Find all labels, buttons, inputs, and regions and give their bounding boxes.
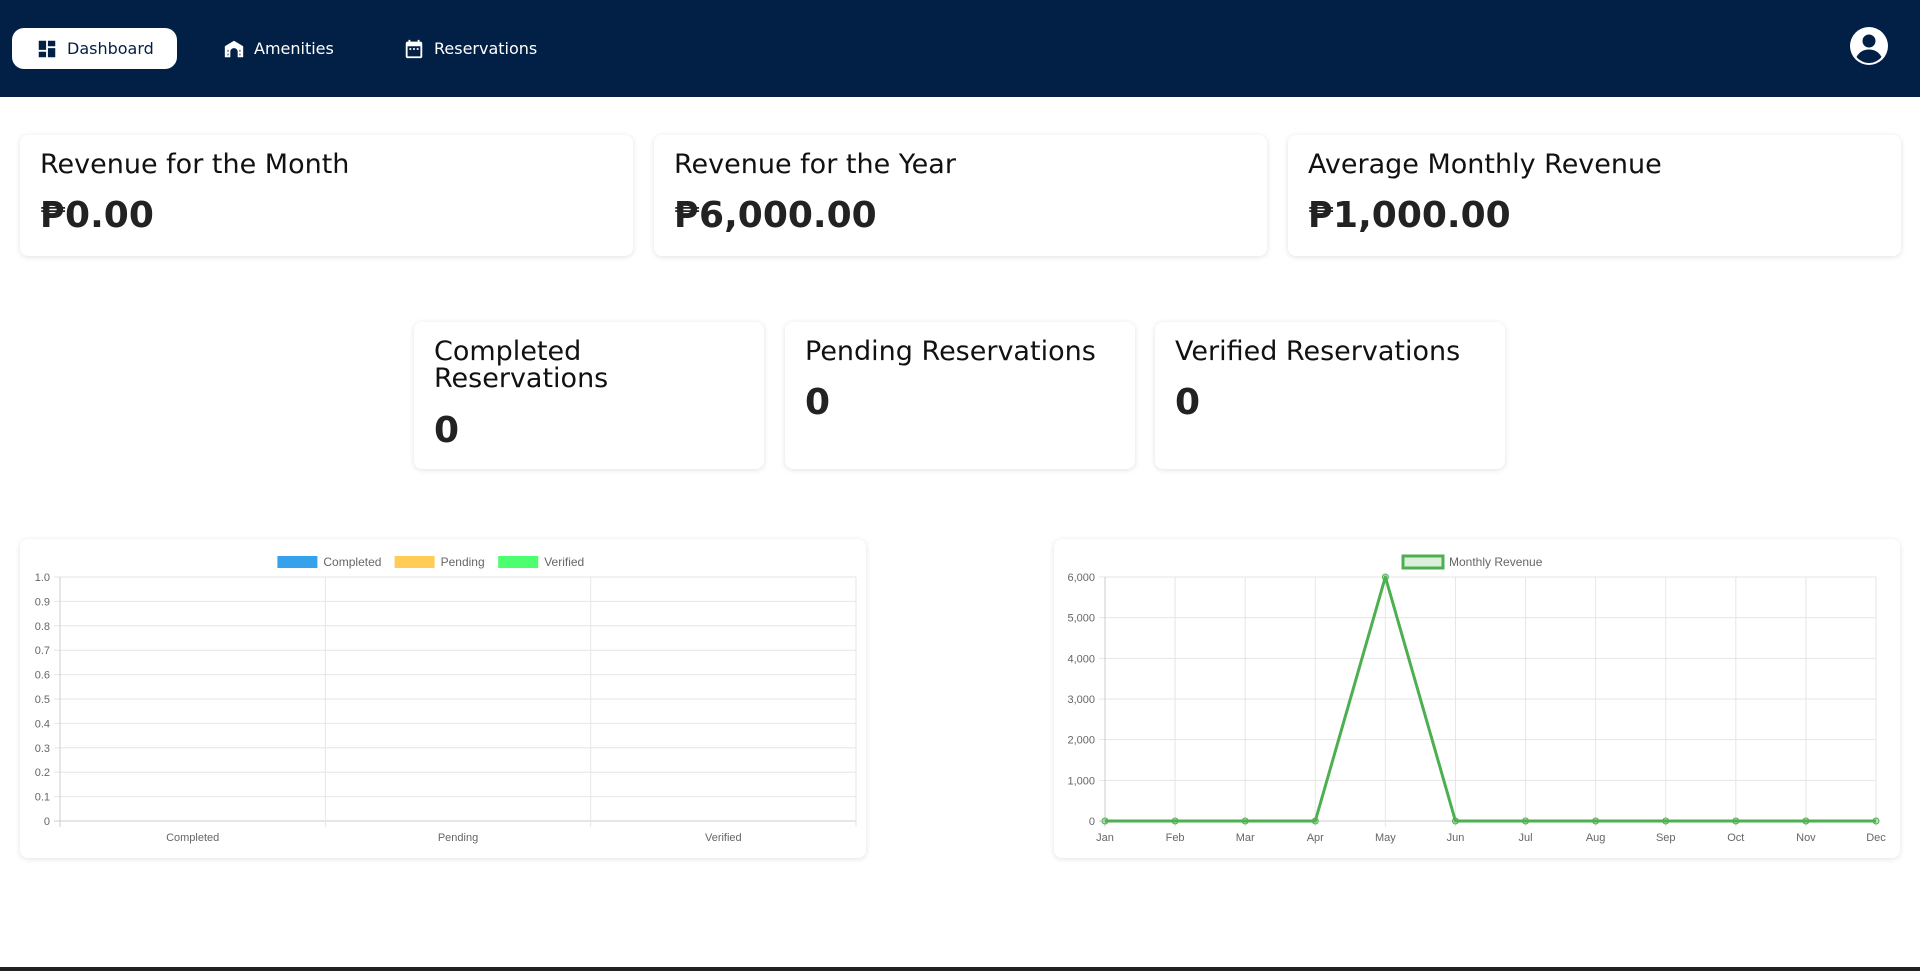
- monthly-revenue-line-chart: 6,000 5,000 4,000 3,000 2,000 1,000 0Jan Feb Mar…: [1067, 554, 1886, 844]
- verified-reservations-card: Verified Reservations 0: [1155, 322, 1505, 469]
- line-chart-legend-swatch: [1401, 554, 1445, 570]
- line-chart-y-tick: 6,000: [1067, 572, 1095, 584]
- completed-reservations-value: 0: [434, 410, 460, 451]
- account-circle-icon[interactable]: [1849, 26, 1889, 66]
- line-chart-x-tick: Feb: [1166, 832, 1185, 844]
- nav-amenities[interactable]: Amenities: [223, 28, 334, 69]
- bar-chart-legend-swatch: [498, 556, 539, 568]
- line-chart-x-tick: Aug: [1586, 832, 1606, 844]
- dashboard-icon: [38, 40, 56, 57]
- line-chart-legend-label: Monthly Revenue: [1449, 555, 1543, 569]
- line-chart-x-tick: Sep: [1656, 832, 1676, 844]
- bar-chart-y-tick: 0.1: [35, 792, 50, 804]
- average-revenue-value: ₱1,000.00: [1308, 195, 1511, 236]
- verified-reservations-title: Verified Reservations: [1175, 336, 1461, 367]
- revenue-month-card: Revenue for the Month ₱0.00: [20, 135, 633, 256]
- average-revenue-title: Average Monthly Revenue: [1308, 149, 1662, 180]
- line-chart-point: [1732, 817, 1740, 825]
- line-chart-x-tick: Jul: [1519, 832, 1533, 844]
- bar-chart-legend-label: Pending: [441, 555, 485, 569]
- bar-chart-y-tick: 0: [44, 816, 50, 828]
- nav-reservations-label: Reservations: [434, 39, 538, 58]
- completed-title-line2: Reservations: [434, 363, 609, 394]
- bar-chart-y-tick: 0.9: [35, 596, 50, 608]
- completed-reservations-title: Completed Reservations: [434, 338, 608, 392]
- line-chart-point: [1311, 817, 1319, 825]
- line-chart-y-tick: 3,000: [1067, 694, 1095, 706]
- line-chart-y-tick: 0: [1089, 816, 1095, 828]
- bar-chart-y-tick: 0.8: [35, 621, 50, 633]
- line-chart-point: [1872, 817, 1880, 825]
- bar-chart-x-tick: Verified: [705, 832, 742, 844]
- bar-chart-legend-label: Verified: [544, 555, 584, 569]
- nav-amenities-label: Amenities: [254, 39, 334, 58]
- line-chart-point: [1451, 817, 1459, 825]
- line-chart-x-tick: Jan: [1096, 832, 1114, 844]
- line-chart-point: [1522, 817, 1530, 825]
- nav-dashboard-label: Dashboard: [67, 39, 154, 58]
- bar-chart-y-tick: 0.2: [35, 767, 50, 779]
- line-chart-x-tick: Apr: [1307, 832, 1324, 844]
- average-revenue-card: Average Monthly Revenue ₱1,000.00: [1288, 135, 1901, 256]
- nav-dashboard[interactable]: Dashboard: [12, 28, 177, 69]
- bar-chart-legend-label: Completed: [323, 555, 381, 569]
- line-chart-x-tick: Dec: [1866, 832, 1886, 844]
- line-chart-x-tick: Nov: [1796, 832, 1816, 844]
- reservations-bar-chart-card: 1.0 0.9 0.8 0.7 0.6 0.5 0.4 0.3 0.2 0.1 0 Completed…: [20, 539, 866, 858]
- line-chart-point: [1101, 817, 1109, 825]
- reservations-bar-chart: 1.0 0.9 0.8 0.7 0.6 0.5 0.4 0.3 0.2 0.1 0 Completed…: [35, 555, 857, 844]
- bar-chart-y-tick: 0.3: [35, 743, 50, 755]
- bar-chart-y-tick: 0.5: [35, 694, 50, 706]
- verified-reservations-value: 0: [1175, 382, 1201, 423]
- bar-chart-x-tick: Completed: [166, 832, 219, 844]
- pending-reservations-title: Pending Reservations: [805, 336, 1096, 367]
- line-chart-x-tick: May: [1375, 832, 1396, 844]
- line-chart-point: [1592, 817, 1600, 825]
- bar-chart-x-tick: Pending: [438, 832, 478, 844]
- monthly-revenue-chart-card: 6,000 5,000 4,000 3,000 2,000 1,000 0 Jan Feb Mar…: [1054, 539, 1900, 858]
- line-chart-point: [1171, 817, 1179, 825]
- calendar-icon: [405, 39, 423, 58]
- bar-chart-y-tick: 0.7: [35, 645, 50, 657]
- revenue-month-title: Revenue for the Month: [40, 149, 350, 180]
- line-chart-point: [1241, 817, 1249, 825]
- top-navbar: Dashboard Amenities Reservations: [0, 0, 1920, 97]
- line-chart-y-tick: 4,000: [1067, 653, 1095, 665]
- line-chart-point: [1662, 817, 1670, 825]
- bar-chart-legend-swatch: [394, 556, 435, 568]
- line-chart-point: [1381, 573, 1389, 581]
- amenities-icon: [224, 40, 244, 57]
- line-chart-x-tick: Jun: [1447, 832, 1465, 844]
- revenue-year-value: ₱6,000.00: [674, 195, 877, 236]
- bottom-border: [0, 967, 1920, 971]
- revenue-year-title: Revenue for the Year: [674, 149, 956, 180]
- line-chart-x-tick: Mar: [1236, 832, 1255, 844]
- line-chart-y-tick: 5,000: [1067, 613, 1095, 625]
- completed-title-line1: Completed: [434, 336, 582, 367]
- bar-chart-y-tick: 0.4: [35, 718, 50, 730]
- line-chart-x-tick: Oct: [1727, 832, 1744, 844]
- line-chart-point: [1802, 817, 1810, 825]
- nav-reservations[interactable]: Reservations: [403, 28, 537, 69]
- pending-reservations-card: Pending Reservations 0: [785, 322, 1135, 469]
- bar-chart-y-tick: 0.6: [35, 670, 50, 682]
- bar-chart-y-tick: 1.0: [35, 572, 50, 584]
- line-chart-y-tick: 2,000: [1067, 735, 1095, 747]
- revenue-month-value: ₱0.00: [40, 195, 154, 236]
- revenue-year-card: Revenue for the Year ₱6,000.00: [654, 135, 1267, 256]
- line-chart-y-tick: 1,000: [1067, 775, 1095, 787]
- bar-chart-legend-swatch: [277, 556, 318, 568]
- completed-reservations-card: Completed Reservations 0: [414, 322, 764, 469]
- pending-reservations-value: 0: [805, 382, 831, 423]
